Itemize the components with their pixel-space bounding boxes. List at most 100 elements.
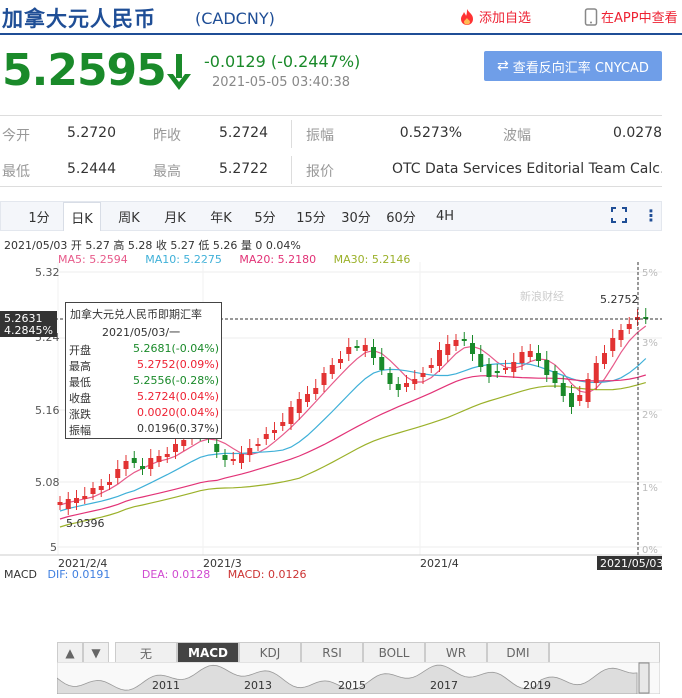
candle-body xyxy=(536,353,541,361)
candle-body xyxy=(329,365,335,374)
candle-body xyxy=(470,343,475,354)
page-title: 加拿大元人民币 xyxy=(2,7,156,31)
tab-monthly[interactable]: 月K xyxy=(155,202,195,231)
indicator-boll[interactable]: BOLL xyxy=(363,642,425,664)
candle-body xyxy=(214,444,220,452)
candle-body xyxy=(362,345,368,351)
tab-4h[interactable]: 4H xyxy=(427,202,463,231)
candle-body xyxy=(511,362,517,372)
candle-body xyxy=(519,352,525,363)
candle-body xyxy=(461,339,467,341)
reverse-rate-label: 查看反向汇率 CNYCAD xyxy=(512,60,649,76)
candle-body xyxy=(552,371,558,383)
candle-body xyxy=(288,407,294,424)
candle-body xyxy=(618,330,624,340)
candle-body xyxy=(453,340,459,346)
stats-panel: 今开 5.2720 昨收 5.2724 振幅 0.5273% 波幅 0.0278… xyxy=(0,115,662,187)
fullscreen-icon[interactable] xyxy=(610,206,628,224)
high-annotation: 5.2752 xyxy=(600,293,639,306)
candle-body xyxy=(494,371,500,373)
candle-body xyxy=(420,373,426,377)
candle-body xyxy=(280,422,286,426)
time-navigator[interactable]: 2011 2013 2015 2017 2019 xyxy=(57,662,660,694)
tooltip-row: 开盘 5.2681(-0.04%) xyxy=(69,342,219,357)
y-tick: 5 xyxy=(50,541,57,554)
candle-body xyxy=(131,458,137,463)
candle-body xyxy=(123,461,129,469)
stat-label: 最高 xyxy=(153,164,181,180)
nav-year: 2011 xyxy=(152,679,180,692)
nav-year: 2017 xyxy=(430,679,458,692)
candle-body xyxy=(404,383,409,387)
tab-yearly[interactable]: 年K xyxy=(201,202,241,231)
candle-body xyxy=(527,351,533,357)
candle-body xyxy=(338,359,343,363)
candle-body xyxy=(610,338,616,351)
nav-year: 2013 xyxy=(244,679,272,692)
candle-body xyxy=(296,399,302,413)
view-in-app-button[interactable]: 在APP中查看 xyxy=(584,7,678,26)
candle-body xyxy=(626,324,632,329)
candle-body xyxy=(395,384,401,390)
candle-body xyxy=(503,368,508,370)
ohlc-summary: 2021/05/03 开 5.27 高 5.28 收 5.27 低 5.26 量… xyxy=(4,239,301,252)
dea-label: DEA: 0.0128 xyxy=(141,568,211,581)
indicator-spacer xyxy=(549,642,660,664)
indicator-none[interactable]: 无 xyxy=(115,642,177,664)
nav-year: 2019 xyxy=(523,679,551,692)
indicator-macd[interactable]: MACD xyxy=(177,642,239,664)
tab-60min[interactable]: 60分 xyxy=(381,202,421,231)
macd-value-label: MACD: 0.0126 xyxy=(227,568,307,581)
stat-value: 5.2444 xyxy=(67,161,116,177)
candle-body xyxy=(181,440,187,446)
candle-body xyxy=(115,469,121,478)
candle-body xyxy=(569,393,574,407)
scroll-up-button[interactable]: ▲ xyxy=(57,642,83,664)
candle-body xyxy=(272,430,277,433)
tab-30min[interactable]: 30分 xyxy=(336,202,376,231)
candle-body xyxy=(107,482,112,485)
dif-label: DIF: 0.0191 xyxy=(47,568,111,581)
more-options-icon[interactable]: ⋮ xyxy=(643,206,659,225)
candle-body xyxy=(222,455,228,460)
indicator-dmi[interactable]: DMI xyxy=(487,642,549,664)
stat-value: 5.2720 xyxy=(67,125,116,141)
tab-1min[interactable]: 1分 xyxy=(21,202,57,231)
candle-body xyxy=(313,388,319,394)
add-favorite-label: 添加自选 xyxy=(479,11,532,26)
tooltip-row: 振幅 0.0196(0.37%) xyxy=(69,422,219,437)
pct-tick: 0% xyxy=(642,545,658,556)
candle-body xyxy=(74,498,79,503)
price-change: -0.0129 (-0.2447%) xyxy=(204,52,361,71)
scroll-down-button[interactable]: ▼ xyxy=(83,642,109,664)
down-arrow-icon xyxy=(167,54,191,90)
indicator-rsi[interactable]: RSI xyxy=(301,642,363,664)
low-annotation: 5.0396 xyxy=(66,517,105,530)
tab-5min[interactable]: 5分 xyxy=(247,202,283,231)
tab-15min[interactable]: 15分 xyxy=(291,202,331,231)
header-divider xyxy=(0,33,682,35)
add-favorite-button[interactable]: 添加自选 xyxy=(458,7,531,26)
pct-tick: 2% xyxy=(642,410,658,421)
tooltip-value: 5.2752(0.09%) xyxy=(136,358,219,371)
tab-weekly[interactable]: 周K xyxy=(109,202,149,231)
tooltip-value: 5.2681(-0.04%) xyxy=(133,342,219,355)
stat-value: 5.2724 xyxy=(219,125,268,141)
stat-label: 报价 xyxy=(306,164,334,180)
candle-body xyxy=(354,346,360,348)
phone-icon xyxy=(584,7,598,26)
candle-body xyxy=(156,456,162,462)
indicator-wr[interactable]: WR xyxy=(425,642,487,664)
navigator-handle[interactable] xyxy=(638,662,650,694)
tooltip-row: 收盘 5.2724(0.04%) xyxy=(69,390,219,405)
candle-body xyxy=(321,373,327,385)
stat-label: 振幅 xyxy=(306,128,334,144)
candle-body xyxy=(98,486,104,490)
candle-body xyxy=(173,444,178,452)
indicator-kdj[interactable]: KDJ xyxy=(239,642,301,664)
tooltip-value: 0.0196(0.37%) xyxy=(136,422,219,435)
reverse-rate-button[interactable]: ⇄ 查看反向汇率 CNYCAD xyxy=(484,51,662,81)
candle-body xyxy=(560,383,566,396)
candle-body xyxy=(412,379,418,384)
tab-daily[interactable]: 日K xyxy=(63,202,101,231)
